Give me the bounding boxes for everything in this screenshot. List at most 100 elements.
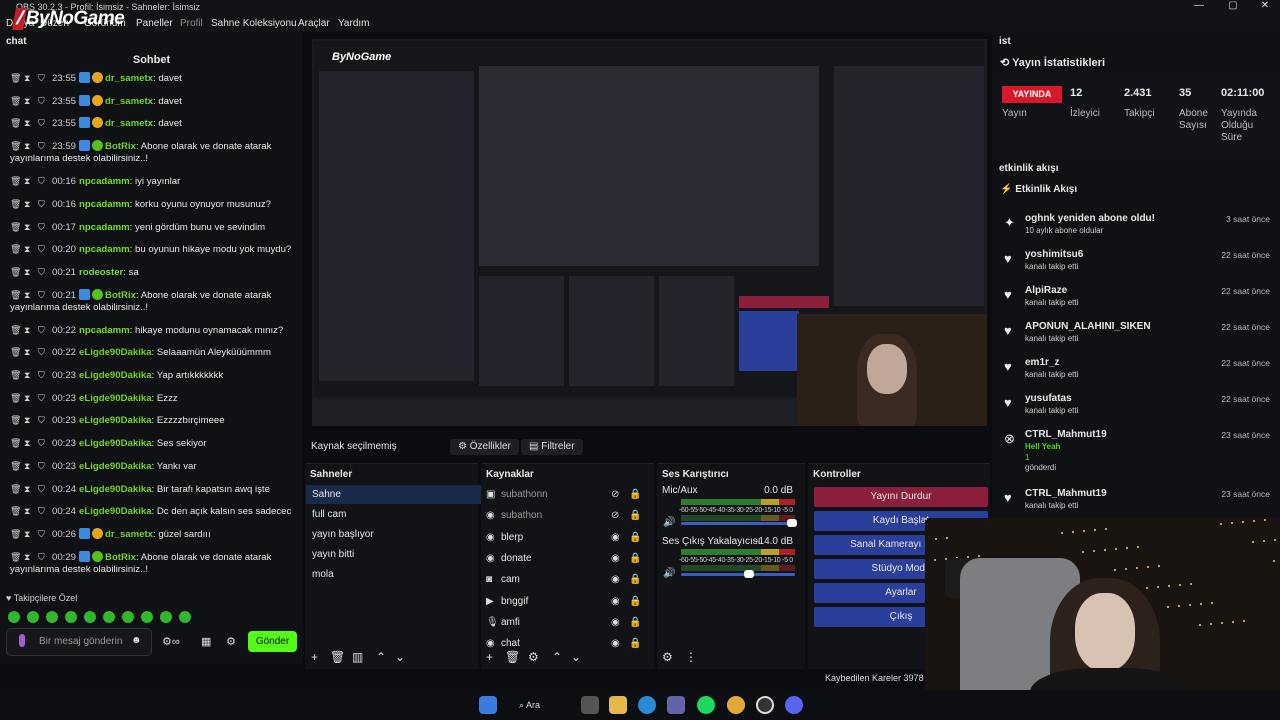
eye-off-icon[interactable]: ⊘ (611, 506, 619, 525)
source-item[interactable]: ◉ donate ◉ 🔒 (486, 549, 646, 568)
chat-username[interactable]: dr_sametx (105, 73, 153, 84)
source-item[interactable]: ◉ subathon ⊘ 🔒 (486, 506, 646, 525)
ban-icon[interactable]: ⛉ (38, 414, 47, 426)
close-icon[interactable]: ✕ (1254, 0, 1276, 14)
timeout-icon[interactable]: ⧗ (24, 175, 33, 187)
timeout-icon[interactable]: ⧗ (24, 414, 33, 426)
delete-icon[interactable]: 🗑 (10, 289, 21, 301)
eye-icon[interactable]: ◉ (611, 592, 620, 611)
desktop-volume-knob[interactable] (743, 570, 754, 578)
chat-username[interactable]: eLigde90Dakika (79, 461, 152, 472)
ban-icon[interactable]: ⛉ (38, 483, 47, 495)
mixer-menu-icon[interactable]: ⋮ (685, 650, 697, 664)
menu-profile[interactable]: Profil (180, 18, 203, 29)
delete-icon[interactable]: 🗑 (10, 528, 21, 540)
ban-icon[interactable]: ⛉ (38, 551, 47, 563)
delete-icon[interactable]: 🗑 (10, 437, 21, 449)
eye-icon[interactable]: ◉ (611, 549, 620, 568)
source-properties-icon[interactable]: ⚙ (528, 650, 539, 664)
chat-username[interactable]: eLigde90Dakika (79, 438, 152, 449)
emote-icon[interactable] (84, 611, 96, 623)
scene-item[interactable]: mola (306, 565, 482, 584)
add-scene-icon[interactable]: + (311, 650, 318, 664)
ban-icon[interactable]: ⛉ (38, 505, 47, 517)
delete-icon[interactable]: 🗑 (10, 266, 21, 278)
chrome-icon[interactable] (727, 696, 745, 714)
source-item[interactable]: ▶ bnggif ◉ 🔒 (486, 592, 646, 611)
ban-icon[interactable]: ⛉ (38, 369, 47, 381)
scene-item[interactable]: full cam (306, 505, 482, 524)
delete-icon[interactable]: 🗑 (10, 551, 21, 563)
chat-username[interactable]: npcadamm (79, 176, 130, 187)
delete-icon[interactable]: 🗑 (10, 221, 21, 233)
source-item[interactable]: ▣ subathonn ⊘ 🔒 (486, 485, 646, 504)
timeout-icon[interactable]: ⧗ (24, 369, 33, 381)
timeout-icon[interactable]: ⧗ (24, 140, 33, 152)
ban-icon[interactable]: ⛉ (38, 72, 47, 84)
file-explorer-icon[interactable] (609, 696, 627, 714)
store-icon[interactable]: ▦ (201, 635, 211, 648)
chat-username[interactable]: dr_sametx (105, 96, 153, 107)
delete-icon[interactable]: 🗑 (10, 483, 21, 495)
mic-volume-knob[interactable] (787, 519, 797, 527)
chat-username[interactable]: eLigde90Dakika (79, 415, 152, 426)
delete-icon[interactable]: 🗑 (10, 198, 21, 210)
obs-icon[interactable] (756, 696, 774, 714)
timeout-icon[interactable]: ⧗ (24, 117, 33, 129)
timeout-icon[interactable]: ⧗ (24, 505, 33, 517)
chat-username[interactable]: BotRix (105, 552, 136, 563)
ban-icon[interactable]: ⛉ (38, 266, 47, 278)
chat-username[interactable]: dr_sametx (105, 118, 153, 129)
emote-icon[interactable] (46, 611, 58, 623)
ban-icon[interactable]: ⛉ (38, 95, 47, 107)
ban-icon[interactable]: ⛉ (38, 437, 47, 449)
timeout-icon[interactable]: ⧗ (24, 95, 33, 107)
eye-off-icon[interactable]: ⊘ (611, 485, 619, 504)
chat-username[interactable]: npcadamm (79, 199, 130, 210)
chat-input[interactable]: Bir mesaj gönderin ☻ (6, 628, 152, 656)
lock-icon[interactable]: 🔒 (629, 485, 641, 504)
source-item[interactable]: ◉ blerp ◉ 🔒 (486, 528, 646, 547)
timeout-icon[interactable]: ⧗ (24, 266, 33, 278)
emote-icon[interactable] (27, 611, 39, 623)
timeout-icon[interactable]: ⧗ (24, 72, 33, 84)
ban-icon[interactable]: ⛉ (38, 140, 47, 152)
eye-icon[interactable]: ◉ (611, 528, 620, 547)
ban-icon[interactable]: ⛉ (38, 346, 47, 358)
delete-icon[interactable]: 🗑 (10, 175, 21, 187)
ban-icon[interactable]: ⛉ (38, 324, 47, 336)
emote-icon[interactable] (103, 611, 115, 623)
ban-icon[interactable]: ⛉ (38, 392, 47, 404)
lock-icon[interactable]: 🔒 (629, 528, 641, 547)
unlock-icon[interactable]: 🔒 (629, 592, 641, 611)
emote-icon[interactable] (8, 611, 20, 623)
timeout-icon[interactable]: ⧗ (24, 551, 33, 563)
delete-icon[interactable]: 🗑 (10, 505, 21, 517)
delete-icon[interactable]: 🗑 (10, 414, 21, 426)
maximize-icon[interactable]: ▢ (1222, 0, 1244, 14)
delete-icon[interactable]: 🗑 (10, 117, 21, 129)
send-button[interactable]: Gönder (248, 631, 297, 652)
mic-volume-slider[interactable] (681, 522, 795, 525)
eye-icon[interactable]: ◉ (611, 634, 620, 653)
timeout-icon[interactable]: ⧗ (24, 483, 33, 495)
emote-icon[interactable] (122, 611, 134, 623)
filters-button[interactable]: ▤ Filtreler (521, 439, 583, 455)
chat-username[interactable]: BotRix (105, 290, 136, 301)
delete-icon[interactable]: 🗑 (10, 243, 21, 255)
chat-username[interactable]: npcadamm (79, 325, 130, 336)
lock-icon[interactable]: 🔒 (629, 506, 641, 525)
chat-username[interactable]: npcadamm (79, 222, 130, 233)
ban-icon[interactable]: ⛉ (38, 198, 47, 210)
discord-icon[interactable] (785, 696, 803, 714)
windows-start-icon[interactable] (479, 696, 497, 714)
chat-username[interactable]: rodeoster (79, 267, 123, 278)
timeout-icon[interactable]: ⧗ (24, 460, 33, 472)
ban-icon[interactable]: ⛉ (38, 460, 47, 472)
ban-icon[interactable]: ⛉ (38, 221, 47, 233)
timeout-icon[interactable]: ⧗ (24, 324, 33, 336)
scene-item[interactable]: yayın başlıyor (306, 525, 482, 544)
emote-icon[interactable] (179, 611, 191, 623)
taskbar-search[interactable]: ⌕ Ara (519, 696, 569, 714)
chat-username[interactable]: npcadamm (79, 244, 130, 255)
